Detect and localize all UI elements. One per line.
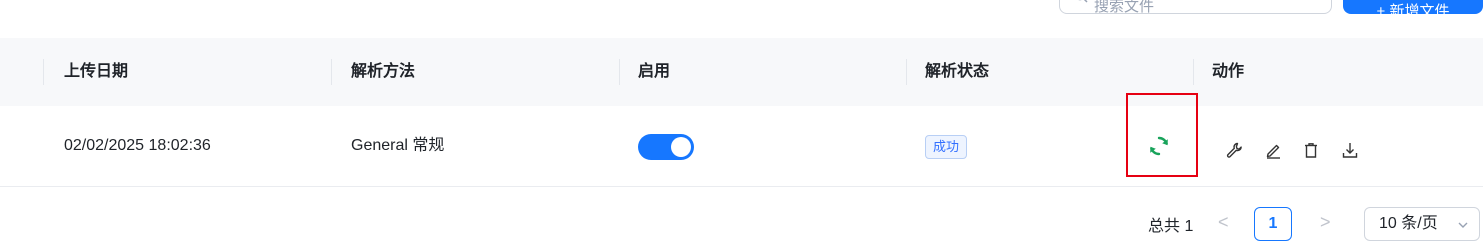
column-divider xyxy=(331,59,332,85)
add-file-button[interactable]: + 新增文件 xyxy=(1343,0,1483,20)
column-header-actions: 动作 xyxy=(1212,63,1245,80)
search-icon xyxy=(1078,0,1088,3)
column-header-enabled[interactable]: 启用 xyxy=(638,38,670,106)
table-header: 上传日期 解析方法 启用 解析状态 动作 xyxy=(0,38,1483,107)
next-page-button[interactable]: > xyxy=(1320,212,1331,233)
page-number-button[interactable]: 1 xyxy=(1254,207,1292,241)
column-divider xyxy=(43,59,44,85)
add-file-label: + 新增文件 xyxy=(1376,3,1450,20)
edit-icon[interactable] xyxy=(1264,141,1282,159)
column-divider xyxy=(906,59,907,85)
enabled-toggle[interactable] xyxy=(638,134,694,160)
upload-date-cell: 02/02/2025 18:02:36 xyxy=(64,137,211,154)
chevron-down-icon xyxy=(1458,222,1468,228)
trash-icon[interactable] xyxy=(1302,141,1320,159)
column-header-parse-method[interactable]: 解析方法 xyxy=(351,38,415,106)
column-divider xyxy=(1193,59,1194,85)
refresh-icon[interactable] xyxy=(1148,135,1170,157)
toggle-knob xyxy=(671,137,691,157)
column-header-parse-status[interactable]: 解析状态 xyxy=(925,38,989,106)
download-icon[interactable] xyxy=(1341,141,1359,159)
status-badge: 成功 xyxy=(925,135,968,159)
page-size-select[interactable]: 10 条/页 xyxy=(1364,207,1480,241)
prev-page-button[interactable]: < xyxy=(1218,212,1229,233)
search-input[interactable]: 搜索文件 xyxy=(1059,0,1332,15)
column-divider xyxy=(619,59,620,85)
table-row: 02/02/2025 18:02:36 General 常规 成功 xyxy=(0,106,1483,187)
page-size-value: 10 条/页 xyxy=(1379,215,1438,232)
wrench-icon[interactable] xyxy=(1225,141,1243,159)
pagination-total: 总共 1 xyxy=(1148,218,1194,235)
column-header-upload-date[interactable]: 上传日期 xyxy=(64,38,128,106)
search-placeholder: 搜索文件 xyxy=(1094,0,1155,15)
parse-method-cell: General 常规 xyxy=(351,137,445,154)
